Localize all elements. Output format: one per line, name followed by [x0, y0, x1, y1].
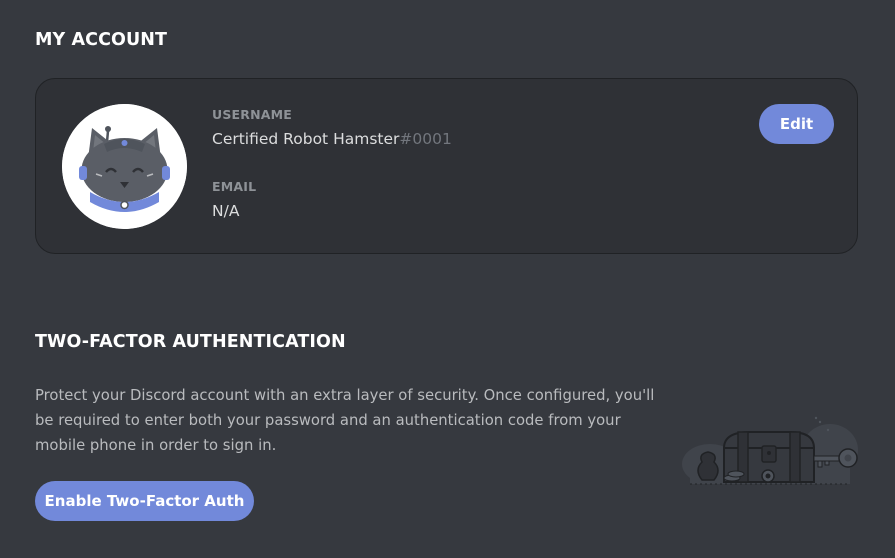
edit-button[interactable]: Edit — [759, 104, 834, 144]
account-card: USERNAME Certified Robot Hamster#0001 EM… — [35, 78, 858, 254]
username-value: Certified Robot Hamster#0001 — [212, 130, 452, 148]
email-label: EMAIL — [212, 179, 257, 194]
settings-page: MY ACCOUNT USERNAME Certified Robot Hams… — [0, 0, 895, 558]
two-factor-description: Protect your Discord account with an ext… — [35, 387, 655, 454]
enable-two-factor-button[interactable]: Enable Two-Factor Auth — [35, 481, 254, 521]
treasure-chest-key-icon — [682, 416, 858, 485]
email-value: N/A — [212, 202, 240, 220]
avatar — [62, 104, 187, 229]
my-account-title: MY ACCOUNT — [35, 30, 168, 50]
discriminator: #0001 — [399, 130, 452, 148]
username-label: USERNAME — [212, 107, 293, 122]
two-factor-title: TWO-FACTOR AUTHENTICATION — [35, 332, 346, 352]
robot-hamster-avatar-icon — [62, 104, 187, 229]
username-text: Certified Robot Hamster — [212, 130, 400, 148]
